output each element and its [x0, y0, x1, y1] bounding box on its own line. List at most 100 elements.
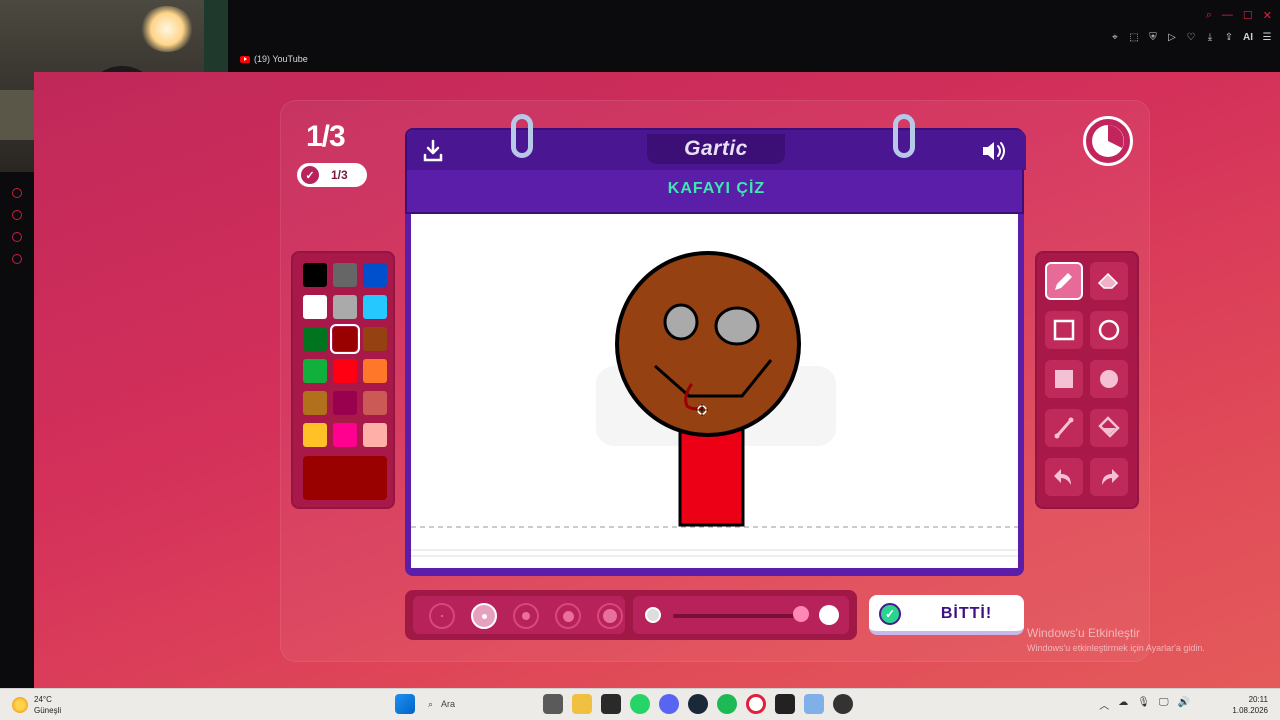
circle-filled-tool[interactable] [1090, 360, 1128, 398]
color-swatch[interactable] [333, 295, 357, 319]
taskbar-search-placeholder: Ara [441, 699, 456, 709]
recording-app-icon[interactable] [833, 694, 853, 714]
epic-games-icon[interactable] [601, 694, 621, 714]
app-icon[interactable] [775, 694, 795, 714]
color-swatch[interactable] [363, 359, 387, 383]
eraser-tool[interactable] [1090, 262, 1128, 300]
aria-ai-button[interactable]: AI [1243, 32, 1253, 43]
discord-icon[interactable] [659, 694, 679, 714]
download-icon[interactable]: ⤓ [1205, 32, 1215, 43]
color-swatch[interactable] [303, 423, 327, 447]
color-swatch[interactable] [330, 324, 360, 354]
circle-outline-tool[interactable] [1090, 311, 1128, 349]
taskbar-search[interactable]: ⌕ Ara [424, 694, 534, 714]
color-swatch[interactable] [303, 391, 327, 415]
rectangle-outline-tool[interactable] [1045, 311, 1083, 349]
brush-size-dot [522, 612, 530, 620]
drawing-left-eye [663, 303, 699, 341]
close-icon[interactable]: ✕ [1263, 9, 1272, 22]
sun-icon [12, 697, 28, 713]
undo-tool[interactable] [1045, 458, 1083, 496]
chevron-up-icon[interactable]: ︿ [1099, 697, 1109, 712]
whatsapp-icon[interactable] [630, 694, 650, 714]
settings-app-icon[interactable] [804, 694, 824, 714]
color-swatch[interactable] [363, 263, 387, 287]
brush-size-option[interactable] [555, 603, 581, 629]
color-swatch[interactable] [303, 359, 327, 383]
share-icon[interactable]: ⇪ [1224, 32, 1234, 43]
volume-icon[interactable]: 🔊 [1178, 697, 1190, 712]
tool-panel [1035, 251, 1139, 509]
brush-settings-bar [405, 590, 857, 640]
screen: (19) YouTube ⌕ — ☐ ✕ ⌖ ⬚ ⛨ ▷ ♡ ⤓ ⇪ AI ☰ [0, 0, 1280, 720]
watermark-subtitle: Windows'u etkinleştirmek için Ayarlar'a … [1027, 643, 1205, 653]
brush-size-option[interactable] [471, 603, 497, 629]
system-tray: ︿ ☁ 🎙 🖵 🔊 [1099, 697, 1190, 712]
drawing-canvas[interactable] [405, 214, 1024, 576]
color-swatch[interactable] [333, 423, 357, 447]
download-drawing-icon[interactable] [421, 138, 445, 164]
color-swatch[interactable] [333, 359, 357, 383]
play-icon[interactable]: ▷ [1167, 32, 1177, 43]
color-swatch[interactable] [363, 423, 387, 447]
redo-tool[interactable] [1090, 458, 1128, 496]
eraser-icon [1097, 272, 1119, 289]
color-swatch[interactable] [303, 263, 327, 287]
color-swatch[interactable] [363, 391, 387, 415]
minimize-icon[interactable]: — [1222, 9, 1233, 22]
color-swatch[interactable] [333, 391, 357, 415]
network-icon[interactable]: 🖵 [1159, 697, 1169, 712]
opera-icon[interactable] [746, 694, 766, 714]
sidebar-record-icon[interactable] [12, 188, 22, 198]
screenshot-icon[interactable]: ⬚ [1129, 32, 1139, 43]
opacity-slider-track[interactable] [673, 614, 803, 618]
line-tool[interactable] [1045, 409, 1083, 447]
sidebar-settings-icon[interactable] [12, 254, 22, 264]
sidebar-history-icon[interactable] [12, 210, 22, 220]
sidebar-extension-icon[interactable] [12, 232, 22, 242]
undo-icon [1054, 469, 1071, 485]
windows-start-icon[interactable] [395, 694, 415, 714]
search-icon[interactable]: ⌕ [1206, 9, 1212, 22]
pencil-tool[interactable] [1045, 262, 1083, 300]
browser-tab[interactable]: (19) YouTube [240, 54, 308, 64]
logo-plate: Gartic [647, 134, 785, 164]
spotify-icon[interactable] [717, 694, 737, 714]
color-swatch[interactable] [303, 327, 327, 351]
rectangle-filled-tool[interactable] [1045, 360, 1083, 398]
brush-size-option[interactable] [597, 603, 623, 629]
task-view-icon[interactable] [543, 694, 563, 714]
done-button[interactable]: ✓ BİTTİ! [869, 595, 1024, 635]
file-explorer-icon[interactable] [572, 694, 592, 714]
taskbar-clock[interactable]: 20:11 1.08.2026 [1232, 694, 1268, 716]
brush-size-dot [481, 613, 487, 619]
maximize-icon[interactable]: ☐ [1243, 9, 1253, 22]
color-swatch[interactable] [363, 327, 387, 351]
rectangle-outline-icon [1053, 319, 1075, 341]
color-swatch[interactable] [333, 263, 357, 287]
weather-widget[interactable]: 24°C Güneşli [12, 694, 61, 716]
fill-bucket-tool[interactable] [1090, 409, 1128, 447]
browser-tab-title: (19) YouTube [254, 54, 308, 64]
players-done-badge: ✓ 1/3 [297, 163, 367, 187]
brush-size-option[interactable] [429, 603, 455, 629]
brush-size-option[interactable] [513, 603, 539, 629]
heart-icon[interactable]: ♡ [1186, 32, 1196, 43]
microphone-icon[interactable]: 🎙 [1137, 697, 1150, 712]
players-done-count: 1/3 [331, 168, 348, 182]
cloud-icon[interactable]: ☁ [1118, 697, 1128, 712]
shield-icon[interactable]: ⛨ [1148, 32, 1158, 43]
watermark-title: Windows'u Etkinleştir [1027, 626, 1140, 640]
color-swatch[interactable] [303, 295, 327, 319]
opacity-slider-handle[interactable] [793, 606, 809, 622]
menu-icon[interactable]: ☰ [1262, 32, 1272, 43]
steam-icon[interactable] [688, 694, 708, 714]
sound-icon[interactable] [980, 138, 1010, 164]
webcam-lamp [140, 6, 194, 52]
color-swatch[interactable] [363, 295, 387, 319]
pencil-icon [1055, 273, 1072, 290]
clock-time: 20:11 [1248, 695, 1268, 704]
pin-icon[interactable]: ⌖ [1110, 32, 1120, 43]
brush-size-dot [562, 610, 574, 622]
rectangle-filled-icon [1055, 370, 1073, 388]
